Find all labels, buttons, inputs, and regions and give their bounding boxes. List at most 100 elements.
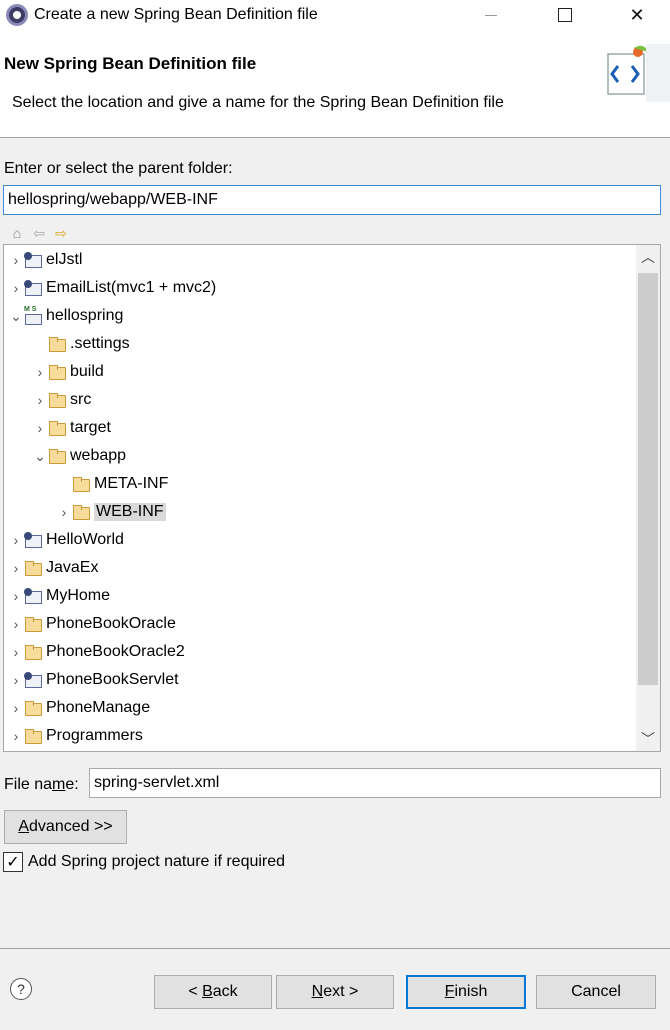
chevron-right-icon[interactable]: › xyxy=(56,504,72,520)
tree-item[interactable]: › src xyxy=(32,387,91,413)
finish-button-mnemonic: F xyxy=(444,983,455,1000)
back-button-label: ack xyxy=(212,983,238,1000)
tree-item-label: PhoneManage xyxy=(46,699,151,716)
cancel-button[interactable]: Cancel xyxy=(536,975,656,1009)
checkmark-icon: ✓ xyxy=(6,854,20,871)
chevron-right-icon[interactable]: › xyxy=(8,252,24,268)
advanced-button-mnemonic: A xyxy=(18,818,30,835)
chevron-right-icon[interactable]: › xyxy=(8,700,24,716)
help-icon[interactable]: ? xyxy=(10,978,32,1000)
chevron-right-icon[interactable]: › xyxy=(32,364,48,380)
tree-item[interactable]: META-INF xyxy=(56,471,168,497)
chevron-right-icon[interactable]: › xyxy=(8,560,24,576)
title-bar: Create a new Spring Bean Definition file… xyxy=(0,0,670,30)
chevron-right-icon[interactable]: › xyxy=(8,728,24,744)
wizard-description: Select the location and give a name for … xyxy=(12,94,504,111)
parent-folder-input[interactable] xyxy=(3,185,661,215)
chevron-down-icon[interactable]: ⌄ xyxy=(8,308,24,324)
tree-item[interactable]: › JavaEx xyxy=(8,555,98,581)
tree-item[interactable]: ⌄ hellospring xyxy=(8,303,123,329)
finish-button-label: inish xyxy=(454,983,488,1000)
tree-item-label: PhoneBookOracle2 xyxy=(46,643,185,660)
tree-item[interactable]: › MyHome xyxy=(8,583,110,609)
eclipse-app-icon xyxy=(6,4,28,26)
project-icon xyxy=(24,532,42,548)
tree-item-label: src xyxy=(70,391,92,408)
close-button[interactable]: ✕ xyxy=(614,0,660,30)
minimize-icon xyxy=(485,14,497,16)
parent-folder-label: Enter or select the parent folder: xyxy=(4,160,233,177)
tree-scrollbar[interactable]: ︿ ﹀ xyxy=(636,245,660,751)
tree-item[interactable]: ⌄ webapp xyxy=(32,443,126,469)
advanced-button-label: dvanced >> xyxy=(29,818,113,835)
tree-item-label: build xyxy=(70,363,104,380)
tree-item-label: target xyxy=(70,419,111,436)
scroll-thumb[interactable] xyxy=(638,273,658,685)
back-button-label: < xyxy=(188,983,203,1000)
spring-nature-label: Add Spring project nature if required xyxy=(28,853,286,870)
chevron-right-icon[interactable]: › xyxy=(8,644,24,660)
file-name-input[interactable] xyxy=(89,768,661,798)
file-name-label-mnemonic: m xyxy=(52,776,66,793)
tree-item[interactable]: › PhoneBookOracle xyxy=(8,611,176,637)
chevron-right-icon[interactable]: › xyxy=(32,420,48,436)
forward-arrow-icon[interactable]: ⇨ xyxy=(52,224,70,242)
tree-item-label: .settings xyxy=(70,335,130,352)
spring-project-icon xyxy=(24,306,42,325)
folder-icon xyxy=(48,420,66,436)
tree-item[interactable]: › PhoneBookServlet xyxy=(8,667,179,693)
tree-item[interactable]: › build xyxy=(32,359,104,385)
tree-item[interactable]: › WEB-INF xyxy=(56,499,166,525)
project-icon xyxy=(24,280,42,296)
project-icon xyxy=(24,252,42,268)
tree-item-label: META-INF xyxy=(94,475,169,492)
tree-item-label: MyHome xyxy=(46,587,111,604)
chevron-right-icon[interactable]: › xyxy=(8,588,24,604)
close-icon: ✕ xyxy=(629,4,645,25)
chevron-right-icon[interactable]: › xyxy=(8,280,24,296)
tree-item[interactable]: › EmailList(mvc1 + mvc2) xyxy=(8,275,216,301)
tree-item-label: HelloWorld xyxy=(46,531,124,548)
tree-item-label: Programmers xyxy=(46,727,143,744)
file-name-label-part: File na xyxy=(4,776,53,793)
folder-icon xyxy=(48,364,66,380)
home-icon[interactable]: ⌂ xyxy=(8,224,26,242)
folder-project-icon xyxy=(24,616,42,632)
folder-icon xyxy=(48,448,66,464)
folder-icon xyxy=(72,504,90,520)
tree-item[interactable]: › HelloWorld xyxy=(8,527,124,553)
folder-icon xyxy=(72,476,90,492)
scroll-up-icon[interactable]: ︿ xyxy=(636,245,660,269)
tree-item[interactable]: › target xyxy=(32,415,111,441)
finish-button[interactable]: Finish xyxy=(406,975,526,1009)
chevron-right-icon[interactable]: › xyxy=(32,392,48,408)
project-icon xyxy=(24,672,42,688)
back-button[interactable]: < Back xyxy=(154,975,272,1009)
chevron-down-icon[interactable]: ⌄ xyxy=(32,448,48,464)
tree-item[interactable]: › PhoneManage xyxy=(8,695,150,721)
tree-item-label: EmailList(mvc1 + mvc2) xyxy=(46,279,217,296)
spring-nature-checkbox[interactable]: ✓ xyxy=(3,852,23,872)
wizard-title: New Spring Bean Definition file xyxy=(4,54,257,73)
maximize-button[interactable] xyxy=(542,0,588,30)
tree-item-label: WEB-INF xyxy=(94,503,166,521)
tree-item[interactable]: .settings xyxy=(32,331,130,357)
next-button[interactable]: Next > xyxy=(276,975,394,1009)
chevron-right-icon[interactable]: › xyxy=(8,616,24,632)
back-arrow-icon[interactable]: ⇦ xyxy=(30,224,48,242)
tree-item-label: webapp xyxy=(70,447,127,464)
tree-item[interactable]: › elJstl xyxy=(8,247,82,273)
minimize-button[interactable] xyxy=(468,0,514,30)
tree-item-label: hellospring xyxy=(46,307,124,324)
folder-icon xyxy=(48,336,66,352)
tree-item[interactable]: › Programmers xyxy=(8,723,143,749)
scroll-down-icon[interactable]: ﹀ xyxy=(636,727,660,751)
advanced-button[interactable]: Advanced >> xyxy=(4,810,127,844)
chevron-right-icon[interactable]: › xyxy=(8,532,24,548)
tree-item[interactable]: › PhoneBookOracle2 xyxy=(8,639,185,665)
chevron-right-icon[interactable]: › xyxy=(8,672,24,688)
tree-item-label: elJstl xyxy=(46,251,83,268)
folder-tree[interactable]: ︿ ﹀ › elJstl › EmailList(mvc1 + mvc2) ⌄ hello… xyxy=(3,244,661,752)
